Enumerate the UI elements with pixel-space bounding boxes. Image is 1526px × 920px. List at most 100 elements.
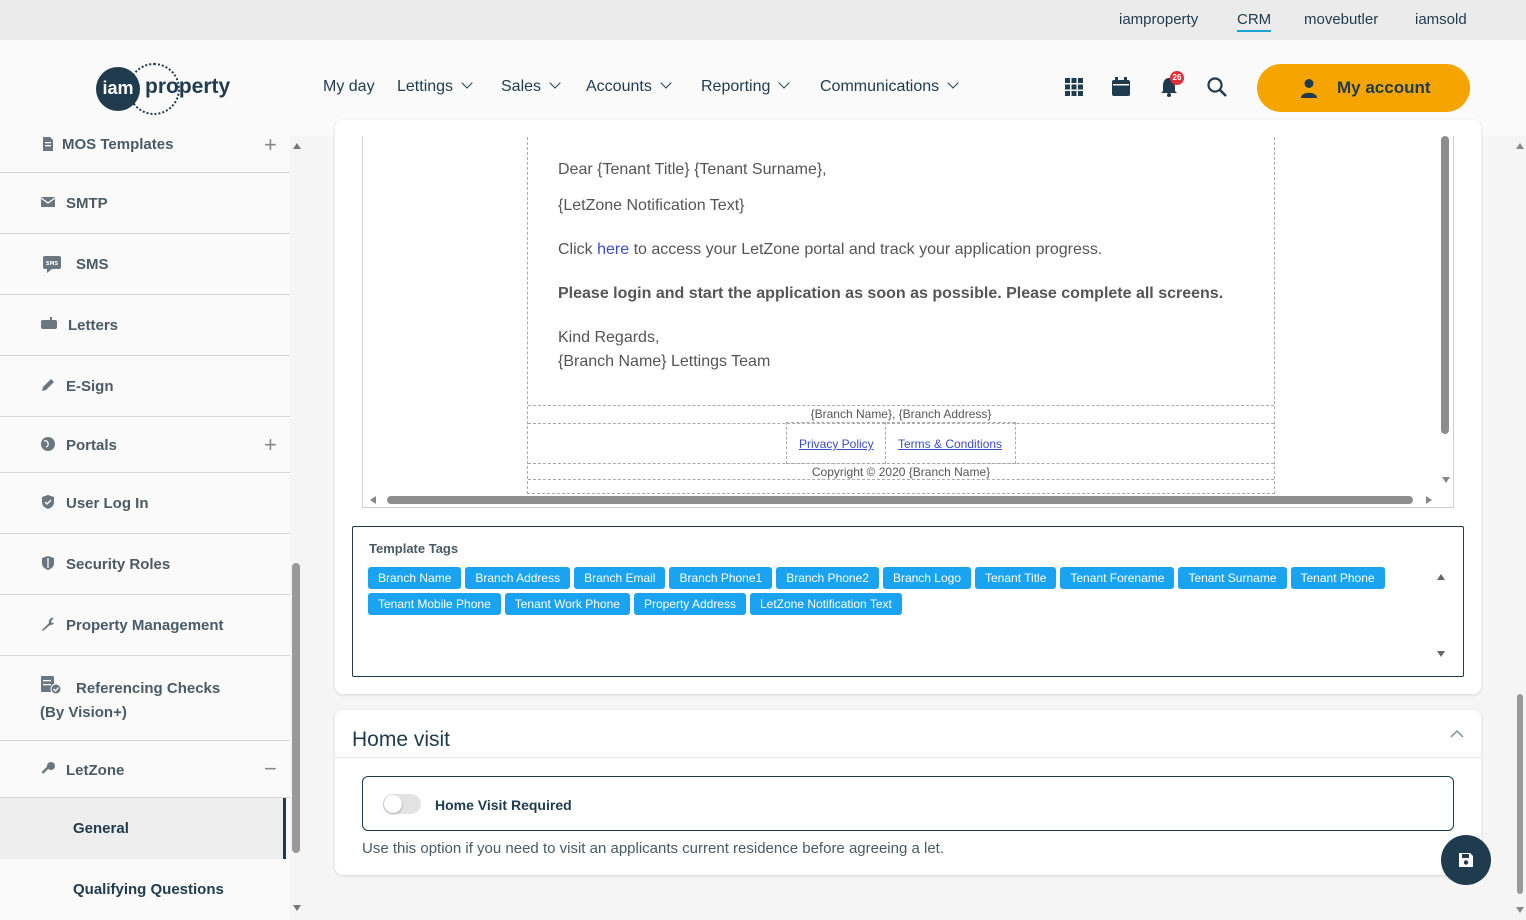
preview-horizontal-scrollbar[interactable] [387,496,1413,504]
logo-text[interactable]: property [145,75,230,99]
tag-tenant-title[interactable]: Tenant Title [975,567,1057,589]
email-here-link[interactable]: here [597,241,629,258]
top-brand-bar: iamproperty CRM movebutler iamsold [0,0,1526,40]
settings-sidebar: MOS Templates + SMTP SMS SMS Letters E-S… [0,132,290,920]
user-icon [1301,79,1317,98]
calendar-icon[interactable] [1110,76,1132,98]
sidebar-subitem-general[interactable]: General [0,798,286,859]
email-greeting: Dear {Tenant Title} {Tenant Surname}, [558,161,827,178]
chevron-down-icon [461,77,473,89]
page-scrollbar[interactable] [1514,136,1526,920]
email-body: Dear {Tenant Title} {Tenant Surname}, {L… [527,136,1275,494]
document-icon [43,137,53,151]
collapse-minus-icon[interactable]: − [264,756,277,782]
tag-branch-phone2[interactable]: Branch Phone2 [776,567,879,589]
notification-badge: 26 [1170,71,1184,85]
sidebar-item-label: MOS Templates [62,136,174,153]
nav-communications[interactable]: Communications [820,77,959,96]
email-preview-frame[interactable]: Dear {Tenant Title} {Tenant Surname}, {L… [362,136,1454,508]
sidebar-scrollbar[interactable] [292,563,300,853]
tag-branch-phone1[interactable]: Branch Phone1 [669,567,773,589]
tag-tenant-mobile-phone[interactable]: Tenant Mobile Phone [368,593,501,615]
preview-vertical-scrollbar[interactable] [1441,136,1449,434]
chevron-down-icon [549,77,561,89]
sidebar-item-letters[interactable]: Letters [0,295,290,356]
scroll-up-arrow-icon[interactable] [292,142,302,150]
scroll-up-arrow-icon[interactable] [1515,142,1525,150]
tag-letzone-notification-text[interactable]: LetZone Notification Text [749,593,902,615]
privacy-policy-link[interactable]: Privacy Policy [799,437,874,451]
sidebar-item-smtp[interactable]: SMTP [0,173,290,234]
nav-my-day[interactable]: My day [323,78,375,96]
template-tags-list: Branch Name Branch Address Branch Email … [368,567,1428,615]
scroll-down-arrow-icon[interactable] [292,904,302,912]
home-visit-toggle[interactable] [383,794,421,814]
logo-mark[interactable]: iam [96,67,140,111]
scroll-down-arrow-icon[interactable] [1441,476,1451,484]
shield-check-icon [42,495,54,509]
nav-label: My day [323,78,375,95]
search-icon[interactable] [1206,76,1228,98]
nav-accounts[interactable]: Accounts [586,77,672,96]
tag-branch-email[interactable]: Branch Email [574,567,666,589]
nav-lettings[interactable]: Lettings [397,77,473,96]
sidebar-item-label: Security Roles [66,556,171,573]
brand-link-iamsold[interactable]: iamsold [1415,11,1467,28]
sidebar-subitem-qualifying-questions[interactable]: Qualifying Questions [0,859,286,920]
sidebar-item-security-roles[interactable]: Security Roles [0,534,290,595]
globe-icon [41,437,55,451]
scroll-up-arrow-icon[interactable] [1436,573,1446,581]
pen-icon [42,379,54,391]
sidebar-item-label: SMTP [66,195,108,212]
page-scrollbar-thumb[interactable] [1517,694,1523,894]
save-button[interactable] [1441,835,1491,885]
sidebar-item-property-management[interactable]: Property Management [0,595,290,656]
floppy-disk-icon [1459,853,1473,867]
template-tags-panel: Template Tags Branch Name Branch Address… [352,526,1464,677]
sidebar-item-referencing-checks[interactable]: Referencing Checks (By Vision+) [0,656,290,741]
my-account-button[interactable]: My account [1257,64,1470,112]
envelope-icon [40,197,56,207]
sidebar-item-label: User Log In [66,495,149,512]
sidebar-item-sms[interactable]: SMS SMS [0,234,290,295]
tag-tenant-forename[interactable]: Tenant Forename [1060,567,1175,589]
tag-property-address[interactable]: Property Address [633,593,746,615]
home-visit-toggle-label: Home Visit Required [435,797,572,813]
sidebar-item-portals[interactable]: Portals + [0,417,290,473]
sidebar-item-label: E-Sign [66,378,114,395]
sidebar-item-letzone[interactable]: LetZone − [0,741,290,798]
tag-branch-address[interactable]: Branch Address [465,567,571,589]
brand-link-iamproperty[interactable]: iamproperty [1119,11,1198,28]
tag-branch-logo[interactable]: Branch Logo [882,567,971,589]
terms-conditions-link[interactable]: Terms & Conditions [898,437,1002,451]
chevron-up-icon[interactable] [1450,729,1464,739]
sidebar-item-e-sign[interactable]: E-Sign [0,356,290,417]
sidebar-item-user-log-in[interactable]: User Log In [0,473,290,534]
sidebar-item-label: LetZone [66,762,125,779]
scroll-left-arrow-icon[interactable] [369,495,377,505]
template-tags-title: Template Tags [369,541,459,556]
chevron-down-icon [947,77,959,89]
expand-plus-icon[interactable]: + [264,432,277,458]
sidebar-item-mos-templates[interactable]: MOS Templates + [0,132,290,173]
my-account-label: My account [1337,78,1431,97]
wrench-icon [42,617,54,631]
brand-link-movebutler[interactable]: movebutler [1304,11,1378,28]
tag-tenant-surname[interactable]: Tenant Surname [1178,567,1287,589]
email-footer-address: {Branch Name}, {Branch Address} [528,405,1274,423]
brand-link-crm[interactable]: CRM [1237,11,1272,32]
tag-branch-name[interactable]: Branch Name [368,567,462,589]
expand-plus-icon[interactable]: + [264,132,277,158]
scroll-right-arrow-icon[interactable] [1425,495,1433,505]
apps-grid-icon[interactable] [1063,76,1085,98]
nav-label: Accounts [586,78,652,95]
nav-reporting[interactable]: Reporting [701,77,791,96]
email-bottom-border [528,479,1274,489]
nav-sales[interactable]: Sales [501,77,561,96]
svg-text:SMS: SMS [46,261,59,267]
key-icon [41,762,55,774]
scroll-down-arrow-icon[interactable] [1515,906,1525,914]
tag-tenant-work-phone[interactable]: Tenant Work Phone [504,593,630,615]
scroll-down-arrow-icon[interactable] [1436,650,1446,658]
tag-tenant-phone[interactable]: Tenant Phone [1290,567,1385,589]
